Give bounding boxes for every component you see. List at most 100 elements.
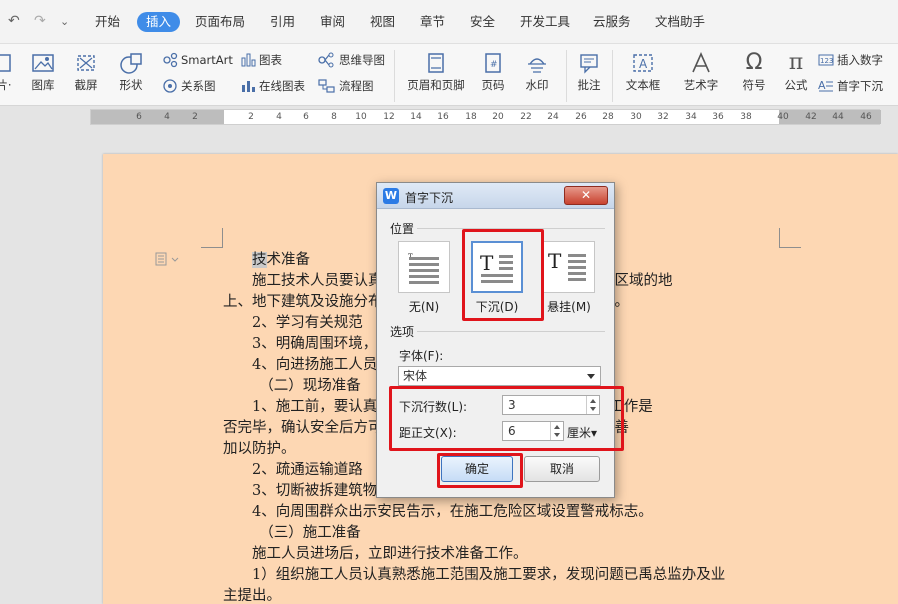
drop-lines-stepper[interactable]: 3 xyxy=(502,395,600,415)
page-number-icon: # xyxy=(485,53,501,73)
tab-cloud[interactable]: 云服务 xyxy=(593,12,631,32)
gallery-button[interactable]: 图库 xyxy=(26,52,60,93)
ribbon: 片· 图库 截屏 形状 SmartArt 图表 关系图 在线图表 思维导图 流程… xyxy=(0,44,898,106)
picture-icon xyxy=(0,54,11,72)
option-none-label: 无(N) xyxy=(408,300,440,314)
dialog-title-bar[interactable]: W 首字下沉 ✕ xyxy=(377,183,614,209)
ruler-tick: 2 xyxy=(192,112,198,122)
drop-lines-spin-buttons[interactable] xyxy=(586,396,599,414)
svg-text:A: A xyxy=(818,79,826,92)
smartart-button[interactable]: SmartArt xyxy=(162,52,233,68)
comment-button[interactable]: 批注 xyxy=(574,52,604,93)
dropcap-button[interactable]: A 首字下沉 xyxy=(818,78,883,94)
ruler-tick: 36 xyxy=(712,112,724,122)
tab-section[interactable]: 章节 xyxy=(420,12,445,32)
formula-button[interactable]: π 公式 xyxy=(781,52,811,93)
group-divider xyxy=(417,331,605,332)
pi-icon: π xyxy=(788,50,804,75)
paragraph-handle-icon[interactable] xyxy=(155,252,181,266)
menu-bar: ↶ ↷ ⌄ 开始 插入 页面布局 引用 审阅 视图 章节 安全 开发工具 云服务… xyxy=(0,0,898,44)
insert-number-button[interactable]: 123 插入数字 xyxy=(818,52,883,68)
tab-insert[interactable]: 插入 xyxy=(137,12,181,32)
tab-page-layout[interactable]: 页面布局 xyxy=(195,12,245,32)
textbox-icon: A xyxy=(633,54,653,72)
tab-security[interactable]: 安全 xyxy=(470,12,495,32)
ruler-tick: 42 xyxy=(805,112,817,122)
ruler-tick: 28 xyxy=(602,112,614,122)
symbol-button[interactable]: Ω 符号 xyxy=(736,52,772,93)
chart-button[interactable]: 图表 xyxy=(240,52,282,68)
option-margin-label: 悬挂(M) xyxy=(547,300,591,314)
ruler-tick: 32 xyxy=(657,112,669,122)
dropcap-dialog: W 首字下沉 ✕ 位置 T 无(N) T 下沉(D) xyxy=(376,182,615,498)
flowchart-button[interactable]: 流程图 xyxy=(318,78,374,94)
wordart-button[interactable]: 艺术字 xyxy=(676,52,726,93)
option-none-preview: T xyxy=(398,241,450,293)
page-number-button[interactable]: # 页码 xyxy=(475,52,511,93)
mindmap-button[interactable]: 思维导图 xyxy=(318,52,385,68)
ruler-tick: 44 xyxy=(832,112,844,122)
undo-icon[interactable]: ↶ xyxy=(8,13,20,29)
screenshot-icon xyxy=(77,55,95,71)
ruler-tick: 46 xyxy=(860,112,872,122)
chart-icon xyxy=(241,53,256,67)
ruler-tick: 38 xyxy=(740,112,752,122)
tab-view[interactable]: 视图 xyxy=(370,12,395,32)
font-select[interactable]: 宋体 xyxy=(398,366,601,386)
drop-lines-label: 下沉行数(L): xyxy=(399,400,468,414)
doc-line-rest: 术准备 xyxy=(266,252,311,268)
relation-chart-icon xyxy=(163,79,177,93)
header-footer-button[interactable]: 页眉和页脚 xyxy=(404,52,468,93)
shapes-button[interactable]: 形状 xyxy=(113,52,149,93)
header-footer-icon xyxy=(428,53,444,73)
distance-label: 距正文(X): xyxy=(399,426,457,440)
spin-down-icon[interactable] xyxy=(587,405,599,414)
doc-line: （三）施工准备 xyxy=(259,525,361,541)
ruler-tick: 24 xyxy=(547,112,559,122)
ruler-tick: 8 xyxy=(331,112,337,122)
tab-doc-assistant[interactable]: 文档助手 xyxy=(655,12,705,32)
option-margin[interactable]: T 悬挂(M) xyxy=(543,241,595,315)
insert-number-icon: 123 xyxy=(818,54,834,66)
ruler-tick: 34 xyxy=(685,112,697,122)
tab-review[interactable]: 审阅 xyxy=(320,12,345,32)
spin-up-icon[interactable] xyxy=(587,396,599,405)
ok-button[interactable]: 确定 xyxy=(441,456,513,482)
horizontal-ruler[interactable]: 6 4 2 2 4 6 8 10 12 14 16 18 20 22 24 26… xyxy=(0,106,898,128)
ruler-band: 6 4 2 2 4 6 8 10 12 14 16 18 20 22 24 26… xyxy=(90,109,881,125)
spin-down-icon[interactable] xyxy=(551,431,563,440)
option-none[interactable]: T 无(N) xyxy=(398,241,450,315)
spin-up-icon[interactable] xyxy=(551,422,563,431)
cancel-button[interactable]: 取消 xyxy=(524,456,600,482)
ribbon-separator xyxy=(612,50,613,102)
tab-developer[interactable]: 开发工具 xyxy=(520,12,570,32)
ruler-tick: 22 xyxy=(520,112,532,122)
quick-access-dropdown-icon[interactable]: ⌄ xyxy=(60,15,69,28)
screenshot-button[interactable]: 截屏 xyxy=(68,52,104,93)
ruler-tick: 6 xyxy=(136,112,142,122)
textbox-button[interactable]: A 文本框 xyxy=(620,52,666,93)
picture-button[interactable]: 片· xyxy=(0,52,14,93)
options-group-label: 选项 xyxy=(390,325,415,339)
online-chart-button[interactable]: 在线图表 xyxy=(240,78,305,94)
redo-icon[interactable]: ↷ xyxy=(34,13,46,29)
doc-line: 主提出。 xyxy=(223,588,281,604)
tab-home[interactable]: 开始 xyxy=(95,12,120,32)
no-dropcap-icon: T xyxy=(408,253,439,284)
distance-stepper[interactable]: 6 xyxy=(502,421,564,441)
close-button[interactable]: ✕ xyxy=(564,186,608,205)
distance-spin-buttons[interactable] xyxy=(550,422,563,440)
tab-references[interactable]: 引用 xyxy=(270,12,295,32)
ruler-tick: 30 xyxy=(630,112,642,122)
watermark-button[interactable]: 水印 xyxy=(519,52,555,93)
wordart-icon xyxy=(692,52,710,73)
ribbon-separator xyxy=(566,50,567,102)
option-dropped-label: 下沉(D) xyxy=(475,300,519,314)
distance-unit-dropdown[interactable]: 厘米▾ xyxy=(567,424,597,441)
dropped-cap-icon: T xyxy=(480,251,513,283)
distance-value: 6 xyxy=(508,424,516,438)
font-label: 字体(F): xyxy=(399,349,444,363)
relation-chart-button[interactable]: 关系图 xyxy=(162,78,216,94)
watermark-icon xyxy=(528,58,546,73)
option-dropped[interactable]: T 下沉(D) xyxy=(471,241,523,315)
